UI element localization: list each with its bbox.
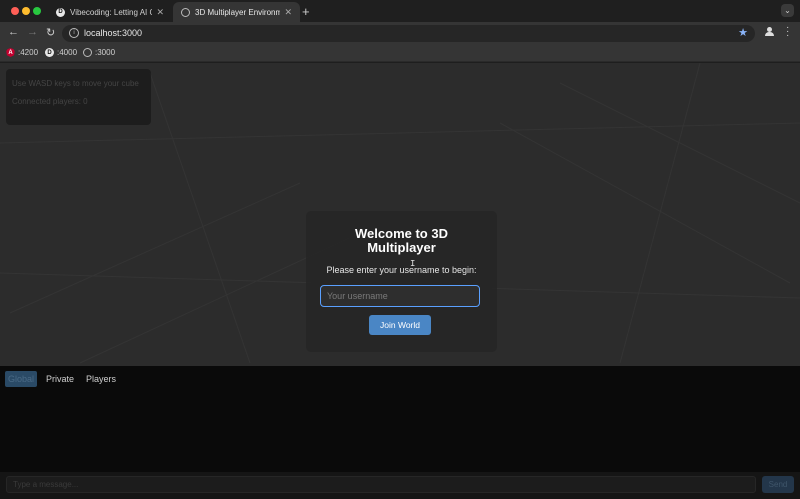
send-button[interactable]: Send [762,476,794,493]
bookmark-3000[interactable]: :3000 [83,48,115,57]
tab-vibecoding[interactable]: D Vibecoding: Letting AI Code Yo ✕ [48,2,172,22]
hud-instructions: Use WASD keys to move your cube [12,79,139,88]
bookmark-label: :4200 [18,48,39,57]
back-icon[interactable]: ← [8,26,19,38]
browser-toolbar: ← → ↻ i localhost:3000 ★ [0,22,800,44]
ibeam-cursor-icon: I [410,259,416,269]
d-logo-icon: D [56,7,65,17]
tab-private[interactable]: Private [43,371,77,387]
tab-global[interactable]: Global [5,371,38,387]
globe-icon [181,7,190,17]
tab-search-button[interactable]: ⌄ [781,4,794,17]
chat-message-input[interactable] [6,476,756,493]
chat-tabs: Global Private Players [5,371,119,387]
page-viewport: Use WASD keys to move your cube Connecte… [0,63,800,499]
tab-label: Vibecoding: Letting AI Code Yo [70,7,153,17]
chat-messages[interactable] [2,390,798,472]
close-window-button[interactable] [11,7,19,15]
players-label: Connected players: [12,97,81,106]
site-info-icon[interactable]: i [69,28,79,38]
login-modal: Welcome to 3D Multiplayer Please enter y… [306,211,497,352]
bookmark-label: :4000 [57,48,78,57]
address-bar[interactable]: i localhost:3000 ★ [62,25,755,42]
bookmark-label: :3000 [95,48,116,57]
new-tab-button[interactable]: + [302,4,310,19]
modal-title: Welcome to 3D Multiplayer [355,226,448,255]
chat-panel: Global Private Players Send [0,366,800,499]
bookmarks-bar: A :4200 D :4000 :3000 [0,44,800,62]
menu-kebab-icon[interactable]: · · · [786,23,789,41]
tab-label: 3D Multiplayer Environment [195,7,281,17]
browser-tabstrip: D Vibecoding: Letting AI Code Yo ✕ 3D Mu… [0,0,800,22]
forward-icon[interactable]: → [27,26,38,38]
d-logo-icon: D [45,48,54,57]
url-text[interactable]: localhost:3000 [84,28,142,38]
hud-players: Connected players: 0 [12,97,145,106]
players-count: 0 [83,97,88,106]
modal-subtitle: Please enter your username to begin: [326,265,477,275]
maximize-window-button[interactable] [33,7,41,15]
bookmark-4000[interactable]: D :4000 [45,48,77,57]
join-world-button[interactable]: Join World [369,315,431,335]
angular-icon: A [6,48,15,57]
reload-icon[interactable]: ↻ [46,26,55,39]
globe-icon [83,48,92,57]
profile-icon[interactable] [764,27,774,37]
bookmark-star-icon[interactable]: ★ [738,26,748,39]
hud-panel: Use WASD keys to move your cube Connecte… [6,69,151,125]
tab-close-icon[interactable]: ✕ [156,7,164,18]
tab-close-icon[interactable]: ✕ [284,7,292,18]
chat-footer: Send [0,472,800,499]
username-input[interactable] [320,285,480,307]
minimize-window-button[interactable] [22,7,30,15]
tab-players[interactable]: Players [83,371,119,387]
bookmark-4200[interactable]: A :4200 [6,48,38,57]
tab-3d-multiplayer[interactable]: 3D Multiplayer Environment ✕ [173,2,300,22]
